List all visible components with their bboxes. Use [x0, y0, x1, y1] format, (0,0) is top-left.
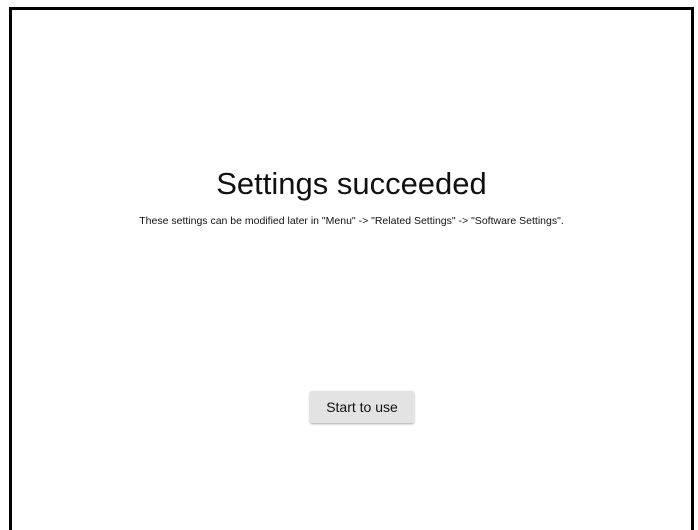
settings-success-window: Settings succeeded These settings can be… [9, 7, 694, 530]
start-to-use-button[interactable]: Start to use [310, 391, 414, 423]
page-title: Settings succeeded [216, 166, 487, 201]
settings-location-message: These settings can be modified later in … [139, 215, 564, 227]
